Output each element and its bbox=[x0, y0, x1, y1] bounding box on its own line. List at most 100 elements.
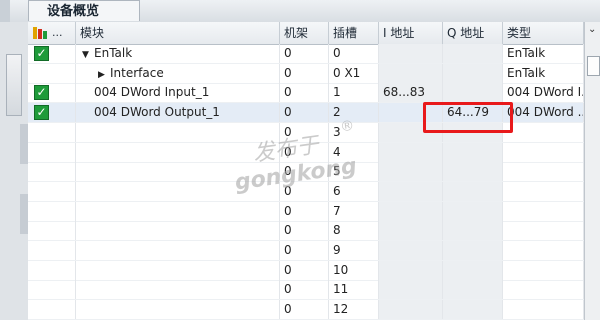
rack-column-header[interactable]: 机架 bbox=[280, 22, 329, 44]
i-addr-cell[interactable] bbox=[379, 201, 443, 221]
rack-cell[interactable]: 0 bbox=[280, 63, 329, 83]
status-cell[interactable] bbox=[28, 300, 76, 320]
slot-cell[interactable]: 7 bbox=[329, 201, 379, 221]
rack-cell[interactable]: 0 bbox=[280, 122, 329, 142]
q-addr-cell[interactable] bbox=[443, 280, 503, 300]
q-addr-cell[interactable] bbox=[443, 63, 503, 83]
rack-cell[interactable]: 0 bbox=[280, 181, 329, 201]
i-addr-cell[interactable] bbox=[379, 63, 443, 83]
status-cell[interactable] bbox=[28, 142, 76, 162]
status-cell[interactable] bbox=[28, 201, 76, 221]
status-cell[interactable]: ✓ bbox=[28, 83, 76, 103]
status-cell[interactable] bbox=[28, 280, 76, 300]
table-row[interactable]: 04 bbox=[28, 142, 584, 163]
type-cell[interactable] bbox=[503, 241, 584, 260]
rack-cell[interactable]: 0 bbox=[280, 241, 329, 260]
q-addr-cell[interactable] bbox=[443, 201, 503, 221]
scrollbar-thumb[interactable] bbox=[587, 56, 600, 76]
module-cell[interactable]: ▼ EnTalk bbox=[76, 44, 280, 63]
type-cell[interactable]: 004 DWord I... bbox=[503, 83, 584, 103]
rack-cell[interactable]: 0 bbox=[280, 300, 329, 320]
status-cell[interactable]: ✓ bbox=[28, 103, 76, 123]
module-cell[interactable] bbox=[76, 300, 280, 320]
type-cell[interactable] bbox=[503, 181, 584, 201]
status-cell[interactable] bbox=[28, 162, 76, 182]
module-cell[interactable] bbox=[76, 181, 280, 201]
rack-cell[interactable]: 0 bbox=[280, 260, 329, 280]
type-cell[interactable]: EnTalk bbox=[503, 44, 584, 63]
table-row[interactable]: 07 bbox=[28, 201, 584, 222]
q-addr-cell[interactable] bbox=[443, 241, 503, 260]
triangle-down-icon[interactable]: ▼ bbox=[82, 46, 94, 63]
type-cell[interactable]: EnTalk bbox=[503, 63, 584, 83]
slot-cell[interactable]: 12 bbox=[329, 300, 379, 320]
module-cell[interactable] bbox=[76, 162, 280, 182]
table-row[interactable]: ▶ Interface 0 0 X1 EnTalk bbox=[28, 63, 584, 84]
i-address-column-header[interactable]: I 地址 bbox=[379, 22, 443, 44]
status-cell[interactable] bbox=[28, 63, 76, 83]
i-addr-cell[interactable] bbox=[379, 44, 443, 63]
slot-cell[interactable]: 9 bbox=[329, 241, 379, 260]
i-addr-cell[interactable] bbox=[379, 221, 443, 241]
i-addr-cell[interactable] bbox=[379, 241, 443, 260]
status-cell[interactable] bbox=[28, 181, 76, 201]
q-addr-cell[interactable] bbox=[443, 300, 503, 320]
rack-cell[interactable]: 0 bbox=[280, 44, 329, 63]
type-cell[interactable] bbox=[503, 300, 584, 320]
rack-cell[interactable]: 0 bbox=[280, 162, 329, 182]
table-row[interactable]: 0 11 bbox=[28, 280, 584, 301]
table-row[interactable]: ✓ 004 DWord Input_1 0 1 68...83 004 DWord I..… bbox=[28, 83, 584, 104]
q-addr-cell[interactable] bbox=[443, 221, 503, 241]
q-addr-cell[interactable] bbox=[443, 181, 503, 201]
q-addr-cell[interactable] bbox=[443, 162, 503, 182]
slot-cell[interactable]: 0 bbox=[329, 44, 379, 63]
q-address-column-header[interactable]: Q 地址 bbox=[443, 22, 503, 44]
i-addr-cell[interactable] bbox=[379, 260, 443, 280]
module-cell[interactable] bbox=[76, 201, 280, 221]
rack-cell[interactable]: 0 bbox=[280, 103, 329, 123]
slot-column-header[interactable]: 插槽 bbox=[329, 22, 379, 44]
table-row[interactable]: 08 bbox=[28, 221, 584, 242]
module-cell[interactable]: 004 DWord Input_1 bbox=[76, 83, 280, 103]
q-addr-cell[interactable] bbox=[443, 260, 503, 280]
status-cell[interactable] bbox=[28, 241, 76, 260]
slot-cell[interactable]: 8 bbox=[329, 221, 379, 241]
type-cell[interactable] bbox=[503, 122, 584, 142]
module-cell[interactable] bbox=[76, 122, 280, 142]
module-cell[interactable] bbox=[76, 221, 280, 241]
rack-cell[interactable]: 0 bbox=[280, 142, 329, 162]
table-row[interactable]: 0 10 bbox=[28, 260, 584, 281]
type-cell[interactable] bbox=[503, 280, 584, 300]
triangle-right-icon[interactable]: ▶ bbox=[98, 66, 110, 83]
table-row[interactable]: ✓ ▼ EnTalk 0 0 EnTalk bbox=[28, 44, 584, 64]
type-cell[interactable] bbox=[503, 201, 584, 221]
type-cell[interactable]: 004 DWord ... bbox=[503, 103, 584, 123]
rack-cell[interactable]: 0 bbox=[280, 221, 329, 241]
q-addr-cell[interactable] bbox=[443, 142, 503, 162]
i-addr-cell[interactable] bbox=[379, 181, 443, 201]
vertical-scrollbar[interactable] bbox=[584, 22, 600, 320]
slot-cell[interactable]: 2 bbox=[329, 103, 379, 123]
table-row[interactable]: 0 12 bbox=[28, 300, 584, 320]
rack-cell[interactable]: 0 bbox=[280, 83, 329, 103]
i-addr-cell[interactable] bbox=[379, 142, 443, 162]
module-column-header[interactable]: 模块 bbox=[76, 22, 280, 44]
i-addr-cell[interactable] bbox=[379, 300, 443, 320]
chevron-down-icon[interactable]: ⌄ bbox=[588, 24, 600, 36]
i-addr-cell[interactable] bbox=[379, 162, 443, 182]
slot-cell[interactable]: 1 bbox=[329, 83, 379, 103]
slot-cell[interactable]: 4 bbox=[329, 142, 379, 162]
type-cell[interactable] bbox=[503, 142, 584, 162]
i-addr-cell[interactable] bbox=[379, 280, 443, 300]
module-cell[interactable] bbox=[76, 280, 280, 300]
module-cell[interactable] bbox=[76, 241, 280, 260]
slot-cell[interactable]: 5 bbox=[329, 162, 379, 182]
i-addr-cell[interactable]: 68...83 bbox=[379, 83, 443, 103]
status-cell[interactable] bbox=[28, 260, 76, 280]
rack-cell[interactable]: 0 bbox=[280, 201, 329, 221]
gutter-grip-handle[interactable] bbox=[6, 54, 22, 116]
slot-cell[interactable]: 0 X1 bbox=[329, 63, 379, 83]
module-cell[interactable] bbox=[76, 260, 280, 280]
module-cell[interactable]: 004 DWord Output_1 bbox=[76, 103, 280, 123]
slot-cell[interactable]: 10 bbox=[329, 260, 379, 280]
